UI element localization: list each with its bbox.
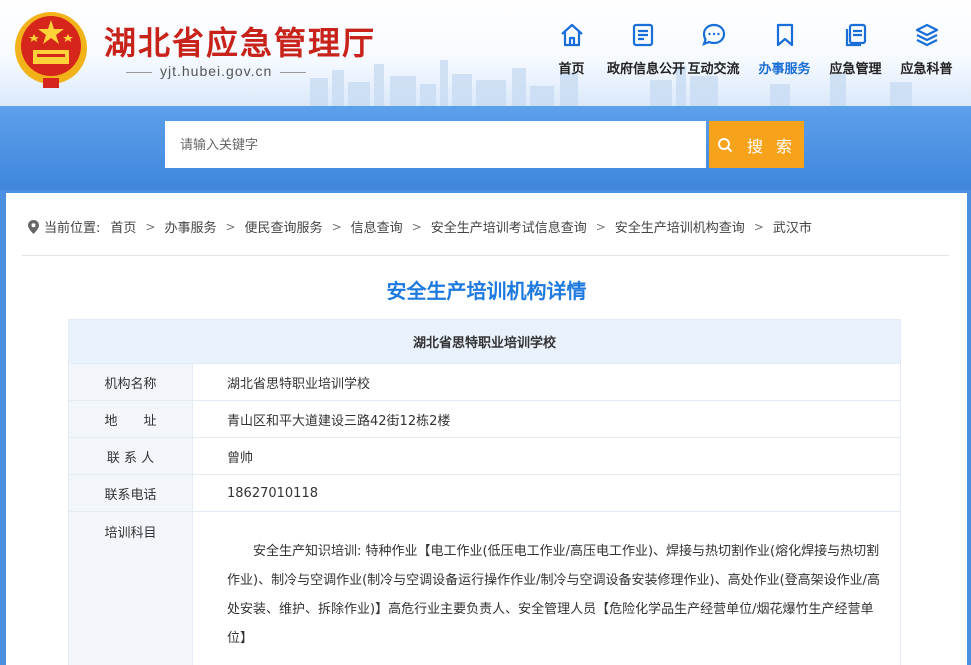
table-row-name: 机构名称 湖北省思特职业培训学校 [68, 363, 901, 401]
breadcrumb-item-exam-info[interactable]: 安全生产培训考试信息查询 [431, 217, 587, 236]
table-row-contact: 联 系 人 曾帅 [68, 437, 901, 475]
table-row-address: 地 址 青山区和平大道建设三路42街12栋2楼 [68, 400, 901, 438]
nav-label: 应急科普 [900, 62, 953, 77]
page-title: 安全生产培训机构详情 [386, 279, 587, 303]
main-nav: 首页 政府信息公开 互动交流 办事服务 应急管理 应急科普 [536, 22, 962, 77]
row-label: 机构名称 [68, 363, 193, 401]
row-label: 地 址 [68, 400, 193, 438]
row-value: 18627010118 [192, 474, 901, 512]
search-band: 搜 索 [0, 106, 971, 190]
breadcrumb-item-institution-query[interactable]: 安全生产培训机构查询 [615, 217, 745, 236]
main-content: 当前位置: 首页 > 办事服务 > 便民查询服务 > 信息查询 > 安全生产培训… [6, 193, 967, 665]
table-row-phone: 联系电话 18627010118 [68, 474, 901, 512]
breadcrumb-separator: > [595, 219, 606, 234]
national-emblem-logo [15, 12, 87, 88]
breadcrumb-item-services[interactable]: 办事服务 [164, 217, 216, 236]
row-label: 联 系 人 [68, 437, 193, 475]
nav-item-emergency-science[interactable]: 应急科普 [891, 22, 962, 77]
row-value: 安全生产知识培训: 特种作业【电工作业(低压电工作业/高压电工作业)、焊接与热切… [192, 511, 901, 665]
search-icon [717, 137, 733, 152]
home-icon [560, 23, 583, 47]
breadcrumb-item-home[interactable]: 首页 [110, 217, 136, 236]
breadcrumb-item-public-query[interactable]: 便民查询服务 [245, 217, 323, 236]
files-icon [845, 23, 866, 47]
location-pin-icon [28, 219, 39, 234]
row-value: 曾帅 [192, 437, 901, 475]
nav-item-services[interactable]: 办事服务 [749, 22, 820, 77]
breadcrumb-item-info-query[interactable]: 信息查询 [351, 217, 403, 236]
breadcrumb-separator: > [331, 219, 342, 234]
table-header: 湖北省思特职业培训学校 [68, 319, 901, 364]
nav-item-interaction[interactable]: 互动交流 [678, 22, 749, 77]
row-label: 联系电话 [68, 474, 193, 512]
table-row-subjects: 培训科目 安全生产知识培训: 特种作业【电工作业(低压电工作业/高压电工作业)、… [68, 511, 901, 665]
nav-item-home[interactable]: 首页 [536, 22, 607, 77]
divider [22, 255, 949, 256]
breadcrumb-separator: > [225, 219, 236, 234]
nav-label: 应急管理 [829, 62, 882, 77]
chat-bubble-icon [701, 23, 725, 46]
layers-icon [915, 23, 938, 47]
nav-item-emergency-management[interactable]: 应急管理 [820, 22, 891, 77]
breadcrumb-separator: > [411, 219, 422, 234]
breadcrumb-separator: > [145, 219, 156, 234]
nav-label: 政府信息公开 [607, 62, 686, 77]
breadcrumb-label: 当前位置: [44, 221, 101, 236]
site-header: 湖北省应急管理厅 yjt.hubei.gov.cn 首页 政府信息公开 互动交流 [0, 0, 971, 106]
breadcrumb-item-wuhan[interactable]: 武汉市 [773, 217, 812, 236]
nav-item-gov-info[interactable]: 政府信息公开 [607, 22, 686, 77]
row-value: 湖北省思特职业培训学校 [192, 363, 901, 401]
row-value: 青山区和平大道建设三路42街12栋2楼 [192, 400, 901, 438]
search-input[interactable] [165, 121, 706, 168]
bookmark-icon [776, 23, 793, 47]
table-header-row: 湖北省思特职业培训学校 [68, 319, 901, 364]
breadcrumb-separator: > [753, 219, 764, 234]
site-domain: yjt.hubei.gov.cn [118, 63, 314, 79]
document-icon [632, 23, 653, 47]
search-button-label: 搜 索 [746, 136, 797, 156]
institution-detail-table: 湖北省思特职业培训学校 机构名称 湖北省思特职业培训学校 地 址 青山区和平大道… [68, 319, 901, 665]
breadcrumb: 当前位置: 首页 > 办事服务 > 便民查询服务 > 信息查询 > 安全生产培训… [28, 217, 812, 236]
row-label: 培训科目 [68, 511, 193, 665]
nav-label: 互动交流 [687, 62, 740, 77]
search-button[interactable]: 搜 索 [709, 121, 804, 168]
nav-label: 首页 [558, 62, 585, 77]
nav-label: 办事服务 [758, 62, 811, 77]
site-title: 湖北省应急管理厅 [104, 24, 377, 62]
